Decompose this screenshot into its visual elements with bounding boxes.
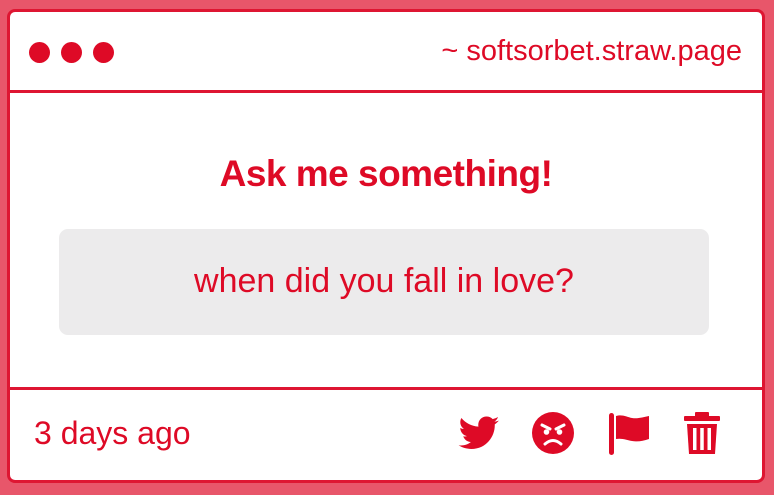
- card-footer: 3 days ago: [10, 387, 762, 480]
- angry-face-icon[interactable]: [531, 411, 575, 455]
- page-url[interactable]: ~ softsorbet.straw.page: [441, 34, 742, 68]
- window-dot-icon: [93, 42, 114, 63]
- timestamp: 3 days ago: [34, 415, 191, 451]
- window-titlebar: ~ softsorbet.straw.page: [10, 12, 762, 93]
- trash-icon[interactable]: [680, 411, 724, 455]
- question-card: ~ softsorbet.straw.page Ask me something…: [7, 9, 765, 483]
- window-dot-icon: [61, 42, 82, 63]
- question-box: when did you fall in love?: [59, 229, 709, 335]
- flag-icon[interactable]: [607, 411, 651, 455]
- window-dot-icon: [29, 42, 50, 63]
- twitter-icon[interactable]: [457, 411, 501, 455]
- page-title: Ask me something!: [219, 153, 553, 194]
- question-text: when did you fall in love?: [194, 262, 574, 300]
